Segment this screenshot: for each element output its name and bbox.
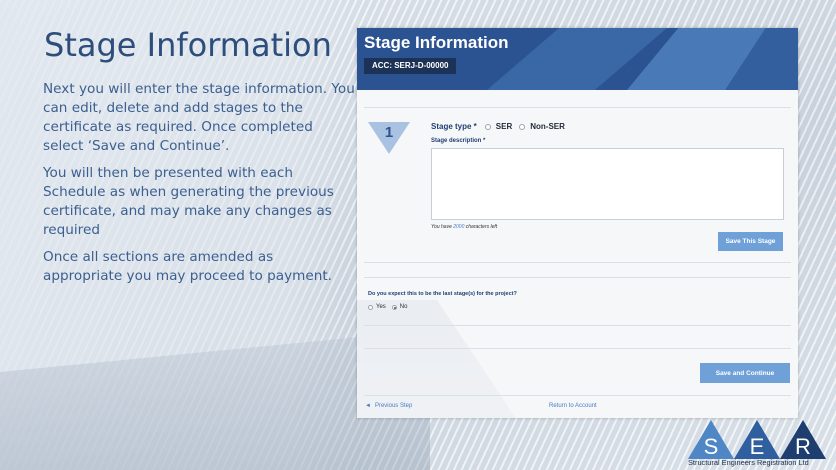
radio-icon[interactable] xyxy=(484,123,491,130)
save-and-continue-button[interactable]: Save and Continue xyxy=(700,363,790,383)
divider xyxy=(364,348,791,349)
ser-logo: S E R Structural Engineers Registration … xyxy=(686,418,832,467)
stage-description-field[interactable] xyxy=(431,148,784,220)
slide-paragraph-2: You will then be presented with each Sch… xyxy=(43,165,334,238)
stage-type-label: Stage type * xyxy=(431,122,477,131)
radio-icon[interactable] xyxy=(368,304,373,310)
divider xyxy=(364,277,791,278)
radio-checked-icon[interactable] xyxy=(391,304,397,310)
stage-information-screenshot: Stage Information ACC: SERJ-D-00000 1 St… xyxy=(357,28,798,418)
last-stage-question: Do you expect this to be the last stage(… xyxy=(368,291,517,297)
last-stage-no-label: No xyxy=(399,304,408,310)
divider xyxy=(364,262,791,263)
radio-icon[interactable] xyxy=(519,123,526,130)
stage-number: 1 xyxy=(384,124,394,141)
chevron-left-icon: ◄ xyxy=(365,403,371,409)
acc-badge: ACC: SERJ-D-00000 xyxy=(364,58,457,74)
logo-caption: Structural Engineers Registration Ltd xyxy=(688,458,809,467)
slide-paragraph-1: Next you will enter the stage informatio… xyxy=(43,81,355,154)
divider xyxy=(364,395,791,396)
return-to-account-link[interactable]: Return to Account xyxy=(549,403,597,409)
stage-type-ser-option[interactable]: SER xyxy=(484,122,513,131)
last-stage-yes-option[interactable]: Yes xyxy=(368,304,386,310)
last-stage-options: Yes No xyxy=(368,304,413,310)
slide-title: Stage Information xyxy=(44,26,332,64)
divider xyxy=(364,325,791,326)
last-stage-no-option[interactable]: No xyxy=(391,304,408,310)
panel-title: Stage Information xyxy=(364,33,509,52)
ser-logo-triangles-icon: S E R xyxy=(688,420,826,459)
chars-left-prefix: You have xyxy=(431,224,454,230)
stage-type-non-ser-option[interactable]: Non-SER xyxy=(519,122,565,131)
chars-left-count: 2000 xyxy=(453,224,465,230)
previous-step-label: Previous Step xyxy=(374,403,413,409)
previous-step-link[interactable]: ◄ Previous Step xyxy=(365,403,412,409)
save-this-stage-button[interactable]: Save This Stage xyxy=(718,232,783,251)
slide-paragraph-3: Once all sections are amended as appropr… xyxy=(43,249,332,284)
logo-letter-r: R xyxy=(795,434,811,459)
divider xyxy=(364,107,791,108)
panel-body: 1 Stage type * SER Non-SER Stage descrip… xyxy=(357,90,798,418)
stage-description-label: Stage description * xyxy=(431,138,486,144)
stage-type-non-ser-label: Non-SER xyxy=(530,122,565,131)
last-stage-yes-label: Yes xyxy=(376,304,386,310)
stage-type-ser-label: SER xyxy=(495,122,513,131)
body-decoration xyxy=(357,300,517,418)
logo-letter-e: E xyxy=(750,434,765,459)
stage-type-row: Stage type * SER Non-SER xyxy=(431,122,572,131)
slide-body: Next you will enter the stage informatio… xyxy=(43,80,355,294)
characters-left: You have 2000 characters left xyxy=(431,224,497,230)
logo-letter-s: S xyxy=(704,434,719,459)
panel-header: Stage Information ACC: SERJ-D-00000 xyxy=(357,28,798,90)
chars-left-suffix: characters left xyxy=(464,224,498,230)
